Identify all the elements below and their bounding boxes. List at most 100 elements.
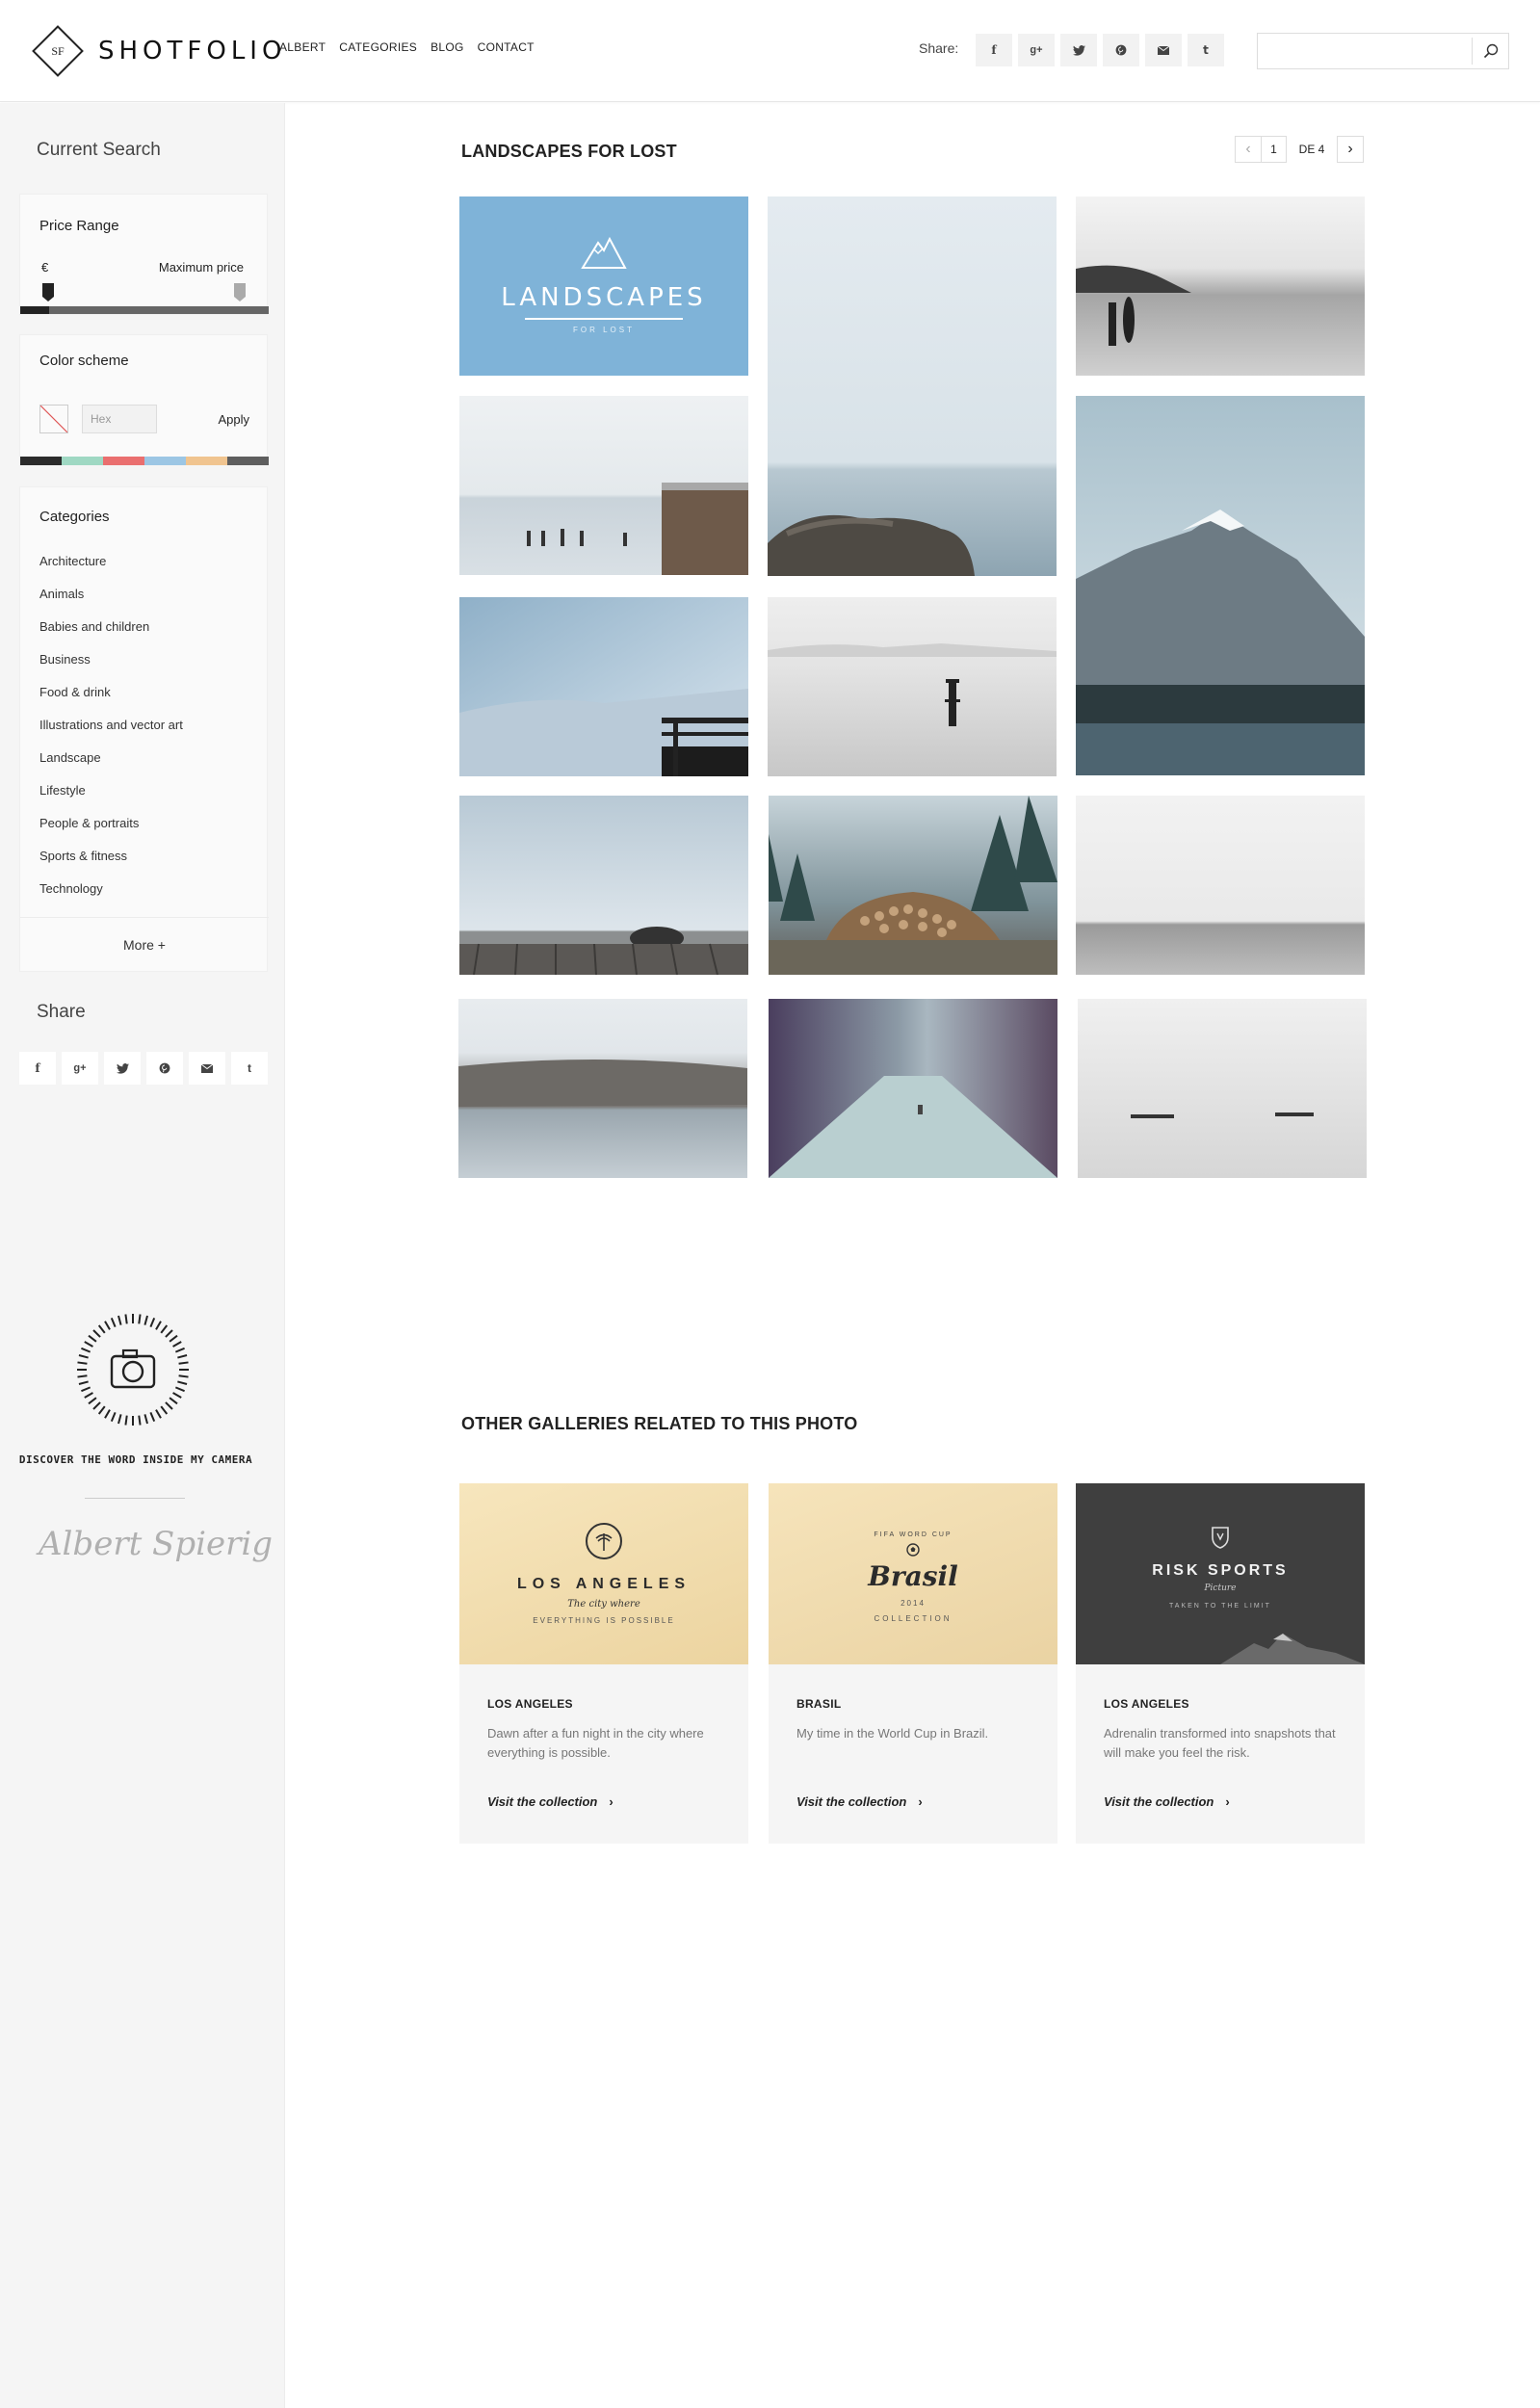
swatch-red[interactable] <box>103 457 144 465</box>
category-babies-children[interactable]: Babies and children <box>39 616 183 649</box>
current-search-title: Current Search <box>37 140 161 160</box>
category-business[interactable]: Business <box>39 649 183 682</box>
los-angeles-badge-title: LOS ANGELES <box>516 1576 692 1592</box>
page-count: DE 4 <box>1298 143 1325 156</box>
logo[interactable]: SF SHOTFOLIO <box>32 25 286 77</box>
nav-albert[interactable]: ALBERT <box>279 40 326 54</box>
nav-blog[interactable]: BLOG <box>431 40 464 54</box>
photo-log-pile[interactable] <box>769 796 1057 975</box>
category-landscape[interactable]: Landscape <box>39 747 183 780</box>
swatch-blue[interactable] <box>144 457 186 465</box>
category-lifestyle[interactable]: Lifestyle <box>39 780 183 813</box>
color-scheme-panel: Color scheme Hex Apply <box>19 334 269 465</box>
photo-snowy-mountain[interactable] <box>1076 396 1365 775</box>
category-people-portraits[interactable]: People & portraits <box>39 813 183 846</box>
category-technology[interactable]: Technology <box>39 878 183 911</box>
photo-forest-path[interactable] <box>769 999 1057 1178</box>
envelope-icon <box>201 1063 213 1073</box>
max-price-handle[interactable] <box>234 283 246 301</box>
prev-page-button[interactable]: ‹ <box>1235 136 1262 163</box>
swatch-black[interactable] <box>20 457 62 465</box>
gallery-title: LANDSCAPES FOR LOST <box>461 142 677 161</box>
visit-collection-label: Visit the collection <box>487 1794 598 1809</box>
gallery-pager: ‹ 1 DE 4 › <box>1235 136 1364 163</box>
category-architecture[interactable]: Architecture <box>39 551 183 584</box>
facebook-icon: f <box>991 43 997 57</box>
related-card-brasil[interactable]: FIFA WORD CUP Brasil 2014 COLLECTION BRA… <box>769 1483 1057 1844</box>
search-input[interactable] <box>1258 34 1472 68</box>
next-page-button[interactable]: › <box>1337 136 1364 163</box>
visit-collection-link[interactable]: Visit the collection › <box>487 1794 613 1809</box>
sidebar-twitter-button[interactable] <box>104 1052 141 1085</box>
sidebar-email-button[interactable] <box>189 1052 225 1085</box>
photo-ships-sea[interactable] <box>1078 999 1367 1178</box>
email-share-button[interactable] <box>1145 34 1182 66</box>
logo-mark: SF <box>32 25 84 77</box>
photo-pier-posts[interactable] <box>459 396 748 575</box>
category-food-drink[interactable]: Food & drink <box>39 682 183 715</box>
min-price-handle[interactable] <box>42 283 54 301</box>
photo-flat-horizon[interactable] <box>1076 796 1365 975</box>
brasil-badge-title: Brasil <box>868 1560 958 1592</box>
swatch-mint[interactable] <box>62 457 103 465</box>
photo-water-post[interactable] <box>768 597 1057 776</box>
swatch-gray[interactable] <box>227 457 269 465</box>
logo-mark-text: SF <box>51 43 65 58</box>
camera-badge <box>73 1310 193 1429</box>
search-box <box>1257 33 1509 69</box>
risk-sports-badge-title: RISK SPORTS <box>1152 1562 1289 1579</box>
tumblr-share-button[interactable]: t <box>1188 34 1224 66</box>
sidebar: Current Search Price Range € Maximum pri… <box>0 103 285 2408</box>
related-card-los-angeles[interactable]: LOS ANGELES The city where EVERYTHING IS… <box>459 1483 748 1844</box>
card-title: LOS ANGELES <box>1104 1697 1189 1711</box>
visit-collection-link[interactable]: Visit the collection › <box>796 1794 923 1809</box>
risk-sports-cover: RISK SPORTS Picture TAKEN TO THE LIMIT <box>1076 1483 1365 1664</box>
photo-surfer-beach[interactable] <box>1076 196 1365 376</box>
palm-icon <box>586 1523 622 1559</box>
sidebar-tumblr-button[interactable]: t <box>231 1052 268 1085</box>
related-card-risk-sports[interactable]: RISK SPORTS Picture TAKEN TO THE LIMIT L… <box>1076 1483 1365 1844</box>
card-description: Dawn after a fun night in the city where… <box>487 1726 704 1760</box>
card-description: Adrenalin transformed into snapshots tha… <box>1104 1726 1336 1760</box>
photo-pebble-shore[interactable] <box>458 999 747 1178</box>
facebook-share-button[interactable]: f <box>976 34 1012 66</box>
photo-dock-railing[interactable] <box>459 597 748 776</box>
brasil-badge-sub: COLLECTION <box>874 1614 953 1623</box>
swatch-orange[interactable] <box>186 457 227 465</box>
card-title: LOS ANGELES <box>487 1697 573 1711</box>
share-label: Share: <box>919 40 959 56</box>
main-nav: ALBERT CATEGORIES BLOG CONTACT <box>279 40 535 54</box>
visit-collection-link[interactable]: Visit the collection › <box>1104 1794 1230 1809</box>
sidebar-share-title: Share <box>37 1002 86 1022</box>
gallery-cover-tile[interactable]: LANDSCAPES FOR LOST <box>459 196 748 376</box>
pinterest-share-button[interactable] <box>1103 34 1139 66</box>
chevron-left-icon: ‹ <box>1245 141 1251 157</box>
twitter-share-button[interactable] <box>1060 34 1097 66</box>
camera-icon <box>77 1314 189 1426</box>
nav-categories[interactable]: CATEGORIES <box>339 40 417 54</box>
search-button[interactable] <box>1472 38 1508 65</box>
category-illustrations[interactable]: Illustrations and vector art <box>39 715 183 747</box>
more-categories-button[interactable]: More + <box>20 917 269 971</box>
photo-sea-rock[interactable] <box>768 196 1057 576</box>
signature: Albert Spierig <box>39 1525 273 1563</box>
category-sports-fitness[interactable]: Sports & fitness <box>39 846 183 878</box>
envelope-icon <box>1158 45 1169 55</box>
category-animals[interactable]: Animals <box>39 584 183 616</box>
price-slider-track[interactable] <box>20 306 269 314</box>
sidebar-facebook-button[interactable]: f <box>19 1052 56 1085</box>
hex-input[interactable]: Hex <box>82 405 157 433</box>
no-color-swatch[interactable] <box>39 405 68 433</box>
color-swatches <box>20 457 269 465</box>
sidebar-pinterest-button[interactable] <box>146 1052 183 1085</box>
nav-contact[interactable]: CONTACT <box>478 40 535 54</box>
search-icon <box>1483 43 1498 59</box>
sidebar-googleplus-button[interactable]: g+ <box>62 1052 98 1085</box>
cover-underline <box>525 318 683 320</box>
chevron-right-icon: › <box>609 1794 613 1809</box>
googleplus-share-button[interactable]: g+ <box>1018 34 1055 66</box>
pinterest-icon <box>159 1062 170 1074</box>
photo-jetty-rock[interactable] <box>459 796 748 975</box>
chevron-right-icon: › <box>1347 141 1353 157</box>
apply-color-button[interactable]: Apply <box>218 412 249 427</box>
